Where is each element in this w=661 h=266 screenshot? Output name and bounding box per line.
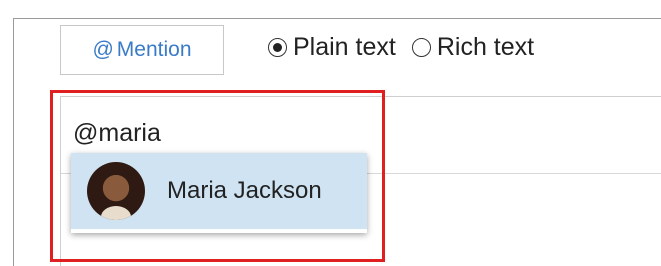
mention-button-label: Mention — [116, 38, 192, 61]
at-sign-icon: @ — [92, 38, 114, 61]
editor-text[interactable]: @maria — [73, 119, 161, 148]
user-avatar — [87, 162, 145, 220]
mention-suggestion-item[interactable]: Maria Jackson — [71, 153, 367, 229]
rich-text-radio[interactable] — [411, 38, 431, 57]
rich-text-label: Rich text — [436, 33, 535, 61]
mention-suggestion-dropdown: Maria Jackson — [71, 153, 367, 233]
plain-text-label: Plain text — [293, 33, 396, 61]
text-format-radio-group: Plain text Rich text — [268, 33, 550, 62]
frame-left-border — [13, 18, 14, 266]
plain-text-option[interactable]: Plain text — [268, 33, 396, 62]
plain-text-radio[interactable] — [268, 38, 287, 57]
mention-button[interactable]: @ Mention — [60, 25, 224, 75]
suggestion-user-name: Maria Jackson — [167, 177, 322, 204]
rich-text-option[interactable]: Rich text — [411, 33, 535, 62]
frame-top-border — [13, 18, 661, 19]
